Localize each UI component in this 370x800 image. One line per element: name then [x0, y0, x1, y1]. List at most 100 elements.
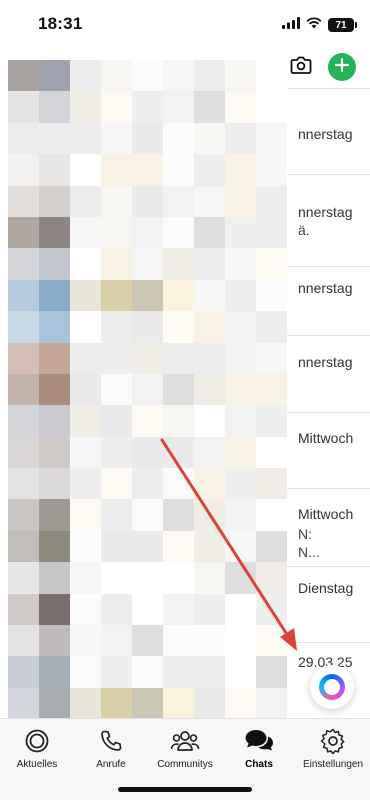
- pixel-cell: [101, 122, 132, 155]
- pixel-cell: [163, 625, 194, 657]
- pixel-cell: [256, 530, 287, 563]
- pixel-cell: [8, 436, 39, 469]
- pixel-cell: [8, 625, 39, 657]
- pixel-cell: [163, 154, 194, 186]
- tab-calls[interactable]: Anrufe: [74, 727, 148, 770]
- pixel-cell: [225, 122, 256, 155]
- status-icons: 71: [282, 16, 357, 34]
- pixel-cell: [70, 154, 101, 186]
- pixel-cell: [194, 122, 225, 155]
- pixel-cell: [194, 154, 225, 186]
- pixel-cell: [8, 687, 39, 720]
- pixel-cell: [70, 593, 101, 626]
- pixel-cell: [101, 311, 132, 343]
- pixel-cell: [256, 185, 287, 217]
- pixel-cell: [101, 279, 132, 312]
- pixel-cell: [132, 60, 163, 92]
- pixel-cell: [70, 279, 101, 312]
- pixel-cell: [39, 91, 70, 123]
- pixel-cell: [163, 562, 194, 594]
- pixel-cell: [256, 279, 287, 312]
- chat-preview: N:: [298, 526, 312, 542]
- pixel-cell: [194, 248, 225, 280]
- pixel-cell: [256, 562, 287, 594]
- pixel-cell: [8, 373, 39, 406]
- pixel-cell: [194, 373, 225, 406]
- pixel-cell: [8, 91, 39, 123]
- pixel-cell: [101, 593, 132, 626]
- pixel-cell: [132, 530, 163, 563]
- pixel-cell: [101, 154, 132, 186]
- pixel-cell: [132, 185, 163, 217]
- pixel-cell: [225, 311, 256, 343]
- pixel-cell: [256, 405, 287, 437]
- status-bar: 18:31 71: [0, 0, 370, 46]
- pixel-cell: [194, 436, 225, 469]
- pixel-cell: [225, 625, 256, 657]
- chat-divider: [287, 412, 370, 413]
- chat-divider: [287, 335, 370, 336]
- tab-chats[interactable]: Chats: [222, 727, 296, 770]
- home-indicator: [118, 787, 252, 792]
- pixel-cell: [39, 311, 70, 343]
- pixel-cell: [194, 687, 225, 720]
- pixel-cell: [163, 405, 194, 437]
- pixel-cell: [132, 91, 163, 123]
- pixel-cell: [256, 436, 287, 469]
- pixel-cell: [194, 468, 225, 500]
- pixel-cell: [8, 122, 39, 155]
- chat-date: nnerstag: [298, 354, 353, 370]
- status-time: 18:31: [38, 14, 83, 33]
- pixel-cell: [132, 122, 163, 155]
- pixel-cell: [194, 91, 225, 123]
- pixel-cell: [256, 468, 287, 500]
- chats-icon: [244, 727, 274, 755]
- tab-label: Chats: [245, 759, 273, 770]
- pixel-cell: [225, 405, 256, 437]
- pixel-cell: [70, 342, 101, 374]
- pixel-cell: [70, 248, 101, 280]
- pixel-cell: [39, 373, 70, 406]
- pixel-cell: [8, 405, 39, 437]
- pixel-cell: [8, 311, 39, 343]
- meta-ai-button[interactable]: [310, 665, 354, 709]
- pixel-cell: [163, 216, 194, 249]
- pixel-cell: [39, 154, 70, 186]
- camera-button[interactable]: [288, 54, 314, 80]
- pixel-cell: [8, 499, 39, 531]
- pixel-cell: [70, 216, 101, 249]
- pixel-cell: [225, 216, 256, 249]
- tab-communities[interactable]: Communitys: [148, 727, 222, 770]
- tab-label: Anrufe: [96, 759, 126, 770]
- pixel-cell: [163, 656, 194, 688]
- pixel-cell: [101, 216, 132, 249]
- pixel-cell: [132, 405, 163, 437]
- pixel-cell: [194, 279, 225, 312]
- chat-date: Mittwoch: [298, 506, 354, 522]
- pixel-cell: [132, 248, 163, 280]
- pixelated-redaction: [8, 60, 287, 720]
- pixel-cell: [101, 373, 132, 406]
- pixel-cell: [132, 656, 163, 688]
- pixel-cell: [39, 687, 70, 720]
- chat-preview: N...: [298, 544, 320, 560]
- pixel-cell: [39, 593, 70, 626]
- chat-divider: [287, 266, 370, 267]
- pixel-cell: [194, 405, 225, 437]
- pixel-cell: [39, 279, 70, 312]
- pixel-cell: [163, 593, 194, 626]
- pixel-cell: [163, 185, 194, 217]
- pixel-cell: [225, 656, 256, 688]
- pixel-cell: [194, 593, 225, 626]
- pixel-cell: [194, 656, 225, 688]
- chat-date: Dienstag: [298, 580, 354, 596]
- tab-updates[interactable]: Aktuelles: [0, 727, 74, 770]
- pixel-cell: [225, 499, 256, 531]
- pixel-cell: [225, 593, 256, 626]
- new-chat-button[interactable]: [328, 53, 356, 81]
- pixel-cell: [225, 60, 256, 92]
- pixel-cell: [132, 562, 163, 594]
- pixel-cell: [194, 530, 225, 563]
- tab-settings[interactable]: Einstellungen: [296, 727, 370, 770]
- pixel-cell: [256, 60, 287, 92]
